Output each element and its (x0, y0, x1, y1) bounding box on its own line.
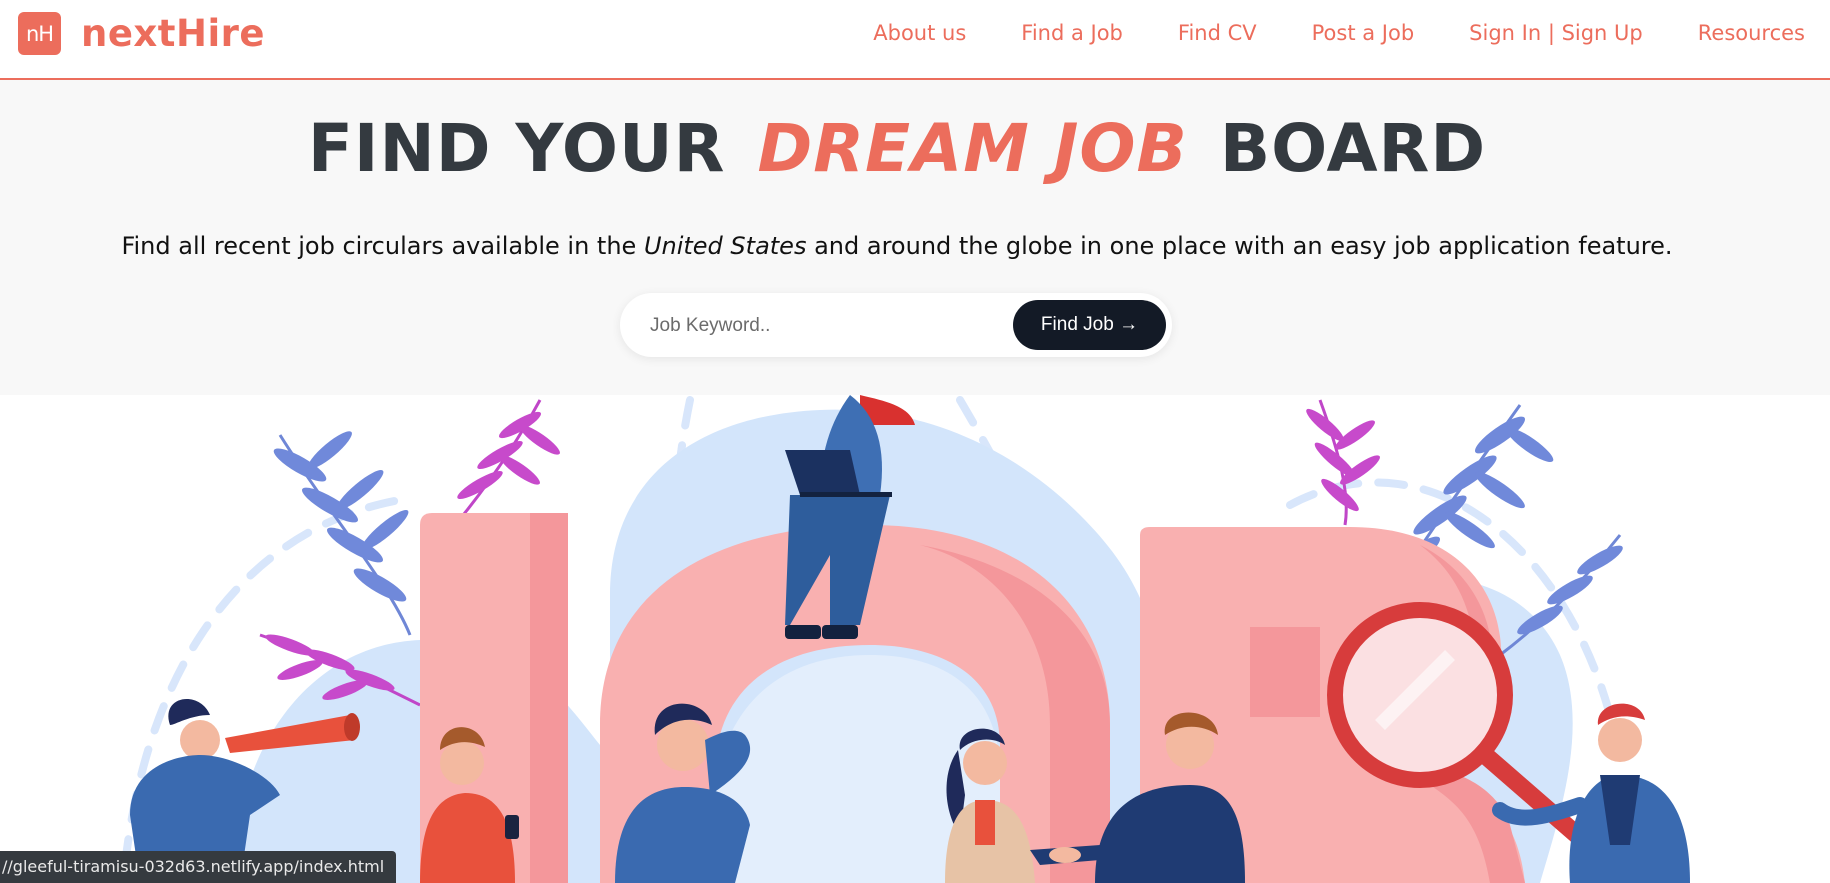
hero-title-accent: DREAM JOB (757, 110, 1188, 187)
hero-title-post: BOARD (1219, 110, 1487, 187)
nav-about-us[interactable]: About us (873, 21, 966, 45)
brand-name: nextHire (81, 12, 265, 55)
hero-subtitle-pre: Find all recent job circulars available … (121, 232, 637, 260)
hero-title-pre: FIND YOUR (307, 110, 726, 187)
main-nav: About us Find a Job Find CV Post a Job S… (873, 0, 1805, 66)
nav-resources[interactable]: Resources (1698, 21, 1805, 45)
hero-section: FIND YOUR DREAM JOB BOARD Find all recen… (0, 80, 1830, 395)
hero-subtitle: Find all recent job circulars available … (0, 232, 1794, 260)
hero-subtitle-post: and around the globe in one place with a… (814, 232, 1673, 260)
brand-logo-link[interactable]: nH nextHire (18, 12, 265, 55)
job-search-bar: Find Job → (620, 293, 1172, 357)
nav-find-cv[interactable]: Find CV (1178, 21, 1257, 45)
find-job-button[interactable]: Find Job → (1013, 300, 1166, 350)
nav-find-a-job[interactable]: Find a Job (1021, 21, 1123, 45)
hero-illustration (0, 395, 1818, 883)
hero-title: FIND YOUR DREAM JOB BOARD (0, 110, 1794, 187)
logo-mark-icon: nH (18, 12, 61, 55)
nav-sign-in-sign-up[interactable]: Sign In | Sign Up (1469, 21, 1643, 45)
navbar: nH nextHire About us Find a Job Find CV … (0, 0, 1830, 80)
job-keyword-input[interactable] (648, 307, 1022, 345)
job-illustration-image (121, 395, 1690, 883)
hero-subtitle-emphasis: United States (643, 232, 807, 260)
nav-post-a-job[interactable]: Post a Job (1312, 21, 1415, 45)
browser-status-bar: //gleeful-tiramisu-032d63.netlify.app/in… (0, 851, 397, 883)
